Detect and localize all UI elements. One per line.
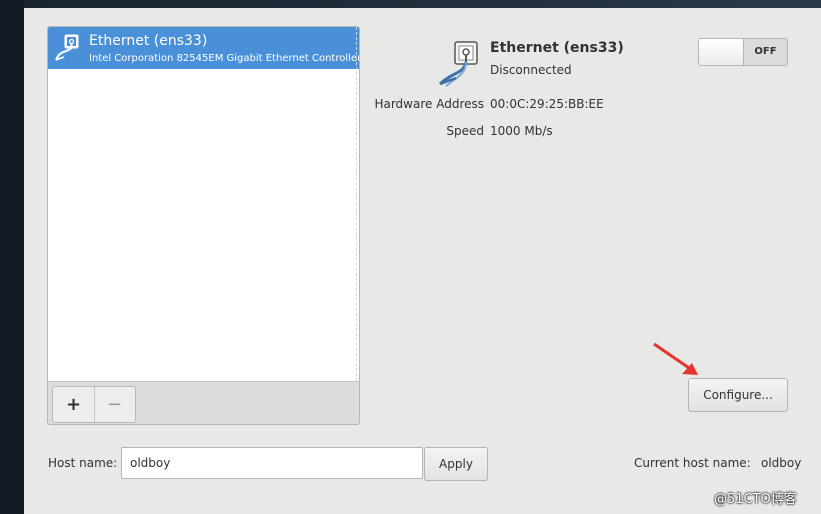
configure-button[interactable]: Configure... xyxy=(688,378,788,412)
toggle-knob xyxy=(699,39,744,65)
watermark: @51CTO博客 xyxy=(714,492,797,507)
host-name-label: Host name: xyxy=(48,456,118,470)
device-title: Ethernet (ens33) xyxy=(89,33,208,49)
apply-button[interactable]: Apply xyxy=(424,447,488,481)
remove-device-button[interactable]: − xyxy=(94,387,135,422)
ethernet-cable-icon xyxy=(438,41,478,87)
hardware-address-label: Hardware Address xyxy=(374,97,484,111)
ethernet-cable-icon xyxy=(55,34,79,61)
window-titlebar-edge xyxy=(24,0,821,8)
speed-value: 1000 Mb/s xyxy=(490,124,553,138)
host-name-input[interactable] xyxy=(121,447,423,479)
hardware-address-value: 00:0C:29:25:BB:EE xyxy=(490,97,604,111)
device-subtitle: Intel Corporation 82545EM Gigabit Ethern… xyxy=(89,53,359,64)
network-settings-panel: Ethernet (ens33) Intel Corporation 82545… xyxy=(24,8,821,514)
desktop-edge xyxy=(0,0,24,514)
connection-title: Ethernet (ens33) xyxy=(490,40,624,56)
connection-status: Disconnected xyxy=(490,63,572,77)
device-list-item-ethernet[interactable]: Ethernet (ens33) Intel Corporation 82545… xyxy=(48,27,359,69)
add-remove-group: + − xyxy=(52,386,136,423)
current-host-name-label: Current host name: xyxy=(634,456,751,470)
current-host-name-value: oldboy xyxy=(761,456,802,470)
speed-label: Speed xyxy=(446,124,484,138)
device-list: Ethernet (ens33) Intel Corporation 82545… xyxy=(47,26,360,425)
toggle-state-label: OFF xyxy=(754,46,777,57)
add-device-button[interactable]: + xyxy=(53,387,95,422)
device-list-toolbar: + − xyxy=(48,381,359,424)
annotation-arrow-icon xyxy=(653,342,698,375)
connection-toggle-switch[interactable]: OFF xyxy=(698,38,788,66)
list-scroll-edge xyxy=(356,27,359,381)
